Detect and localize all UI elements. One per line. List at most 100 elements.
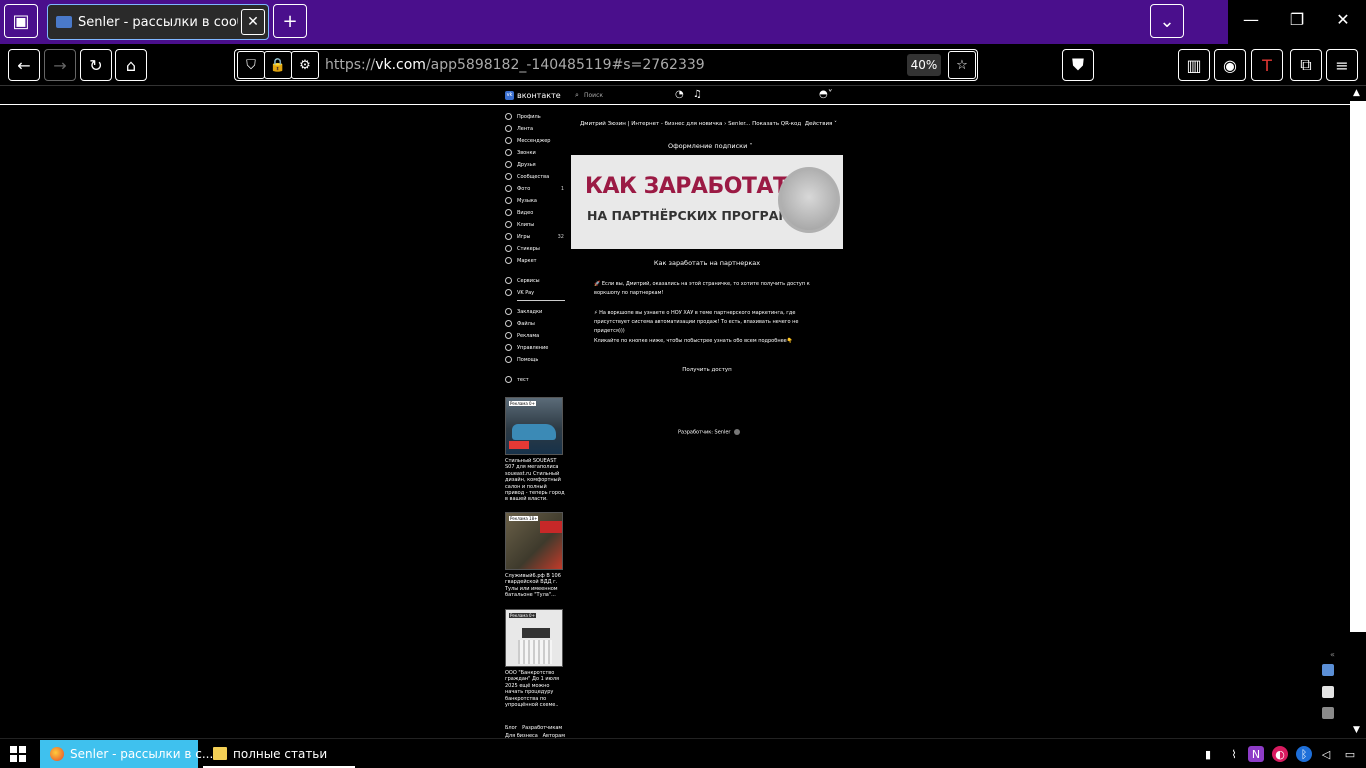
plus-icon: +	[282, 10, 298, 32]
sidebar-item[interactable]: Лента	[505, 123, 567, 135]
permissions-icon[interactable]: ⚙	[291, 51, 319, 79]
footer-link-blog[interactable]: Блог	[505, 725, 517, 731]
ad-text[interactable]: Стильный SOUEAST S07 для мегаполиса soue…	[505, 458, 565, 503]
url-text[interactable]: https://vk.com/app5898182_-140485119#s=2…	[325, 57, 705, 73]
notifications-icon[interactable]: ◔	[675, 89, 684, 100]
volume-icon[interactable]: ◁	[1318, 746, 1334, 762]
taskbar-app-label: Senler - рассылки в с...	[70, 747, 214, 761]
vk-brand[interactable]: вконтакте	[517, 91, 561, 100]
lock-icon[interactable]: 🔒	[264, 51, 292, 79]
sidebar-item[interactable]: Звонки	[505, 147, 567, 159]
tab-close-button[interactable]: ✕	[241, 9, 265, 35]
bookmark-star-icon[interactable]: ☆	[948, 51, 976, 79]
reload-button[interactable]: ↻	[80, 49, 112, 81]
sidebar-item[interactable]: Сервисы	[505, 275, 567, 287]
sidebar-item[interactable]: Профиль	[505, 111, 567, 123]
forward-button[interactable]: →	[44, 49, 76, 81]
bluetooth-icon[interactable]: ᛒ	[1296, 746, 1312, 762]
extension-t-icon: T	[1262, 55, 1272, 75]
sidebar-item[interactable]: Закладки	[505, 306, 567, 318]
extensions-button[interactable]: ⧉	[1290, 49, 1322, 81]
get-access-button[interactable]: Получить доступ	[672, 364, 742, 376]
menu-button[interactable]: ≡	[1326, 49, 1358, 81]
list-all-tabs-button[interactable]: ⌄	[1150, 4, 1184, 38]
new-tab-button[interactable]: +	[273, 4, 307, 38]
wifi-icon[interactable]: ⌇	[1226, 746, 1242, 762]
home-button[interactable]: ⌂	[115, 49, 147, 81]
photo-app-icon[interactable]	[1322, 707, 1334, 719]
sidebar-item[interactable]: Музыка	[505, 195, 567, 207]
taskbar-app-firefox[interactable]: Senler - рассылки в с...	[40, 740, 213, 768]
chevron-down-icon: ⌄	[1159, 10, 1175, 32]
sidebar-item[interactable]: Друзья	[505, 159, 567, 171]
browser-tab[interactable]: Senler - рассылки в сообщест ✕	[47, 4, 269, 40]
tray-bars-icon[interactable]: ▮	[1200, 746, 1216, 762]
sidebar-item[interactable]: тест	[505, 374, 567, 386]
music-icon[interactable]: ♫	[693, 89, 702, 100]
zoom-level-button[interactable]: 40%	[907, 54, 941, 76]
pocket-button[interactable]: ⛊	[1062, 49, 1094, 81]
scroll-up-arrow[interactable]: ▲	[1353, 88, 1360, 98]
avatar[interactable]: ◓˅	[819, 89, 833, 100]
hamburger-icon: ≡	[1335, 55, 1349, 75]
close-window-button[interactable]: ✕	[1328, 10, 1358, 29]
firefox-view-button[interactable]: ▣	[4, 4, 38, 38]
sidebar-item[interactable]: Мессенджер	[505, 135, 567, 147]
sidebar-item-label: Мессенджер	[517, 138, 551, 144]
sidebar-item[interactable]: Управление	[505, 342, 567, 354]
actions-dropdown[interactable]: Действия ˅	[805, 121, 837, 127]
collapse-icon[interactable]: «	[1330, 650, 1335, 659]
sidebar-item[interactable]: Клипы	[505, 219, 567, 231]
taskbar-app-folder[interactable]: полные статьи	[203, 740, 355, 768]
taskbar-app-label: полные статьи	[233, 747, 328, 761]
account-button[interactable]: ◉	[1214, 49, 1246, 81]
mail-app-icon[interactable]	[1322, 686, 1334, 698]
sidebar-item-icon	[505, 233, 512, 240]
ad-image-debt[interactable]: Реклама 0+	[505, 609, 563, 667]
ad-text[interactable]: ООО "Банкротство граждан" До 1 июля 2025…	[505, 670, 565, 708]
url-bar[interactable]: ⛉ 🔒 ⚙ https://vk.com/app5898182_-1404851…	[234, 49, 978, 81]
back-button[interactable]: ←	[8, 49, 40, 81]
info-icon[interactable]	[734, 429, 741, 435]
sidebar-item[interactable]: Маркет	[505, 255, 567, 267]
sidebar-item[interactable]: VK Pay	[505, 287, 567, 299]
ad-text[interactable]: Служивый6.рф В 106 гвардейской ВДД г. Ту…	[505, 573, 565, 599]
sidebar-item-label: Помощь	[517, 357, 539, 363]
vk-logo-icon[interactable]: vk	[505, 91, 514, 100]
developer-label[interactable]: Разработчик: Senler	[678, 430, 730, 436]
sidebar-item-label: Фото	[517, 186, 531, 192]
sidebar-item[interactable]: Игры 32	[505, 231, 567, 243]
sidebar-item[interactable]: Реклама	[505, 330, 567, 342]
page-scrollbar[interactable]: ▲ ▼	[1350, 87, 1366, 738]
notifications-center-icon[interactable]: ▭	[1342, 746, 1358, 762]
sidebar-item-icon	[505, 308, 512, 315]
show-qr-link[interactable]: Показать QR-код	[752, 121, 801, 127]
restore-button[interactable]: ❐	[1282, 10, 1312, 29]
ad-image-car[interactable]: Реклама 0+	[505, 397, 563, 455]
close-icon: ✕	[247, 14, 259, 30]
chevron-down-icon: ˅	[749, 142, 753, 150]
scroll-down-arrow[interactable]: ▼	[1353, 725, 1360, 735]
tray-app-n-icon[interactable]: N	[1248, 746, 1264, 762]
sidebar-button[interactable]: ▥	[1178, 49, 1210, 81]
sidebar-item-label: Сообщества	[517, 174, 550, 180]
footer-link-developers[interactable]: Разработчикам	[522, 725, 562, 731]
sidebar-item[interactable]: Фото 1	[505, 183, 567, 195]
extension-button[interactable]: T	[1251, 49, 1283, 81]
windows-start-icon[interactable]	[10, 746, 26, 762]
sidebar-item[interactable]: Сообщества	[505, 171, 567, 183]
sidebar-item[interactable]: Видео	[505, 207, 567, 219]
breadcrumb-path[interactable]: Дмитрий Зюзин | Интернет - бизнес для но…	[580, 121, 750, 127]
shield-icon[interactable]: ⛉	[237, 51, 265, 79]
scroll-thumb[interactable]	[1350, 101, 1366, 632]
sidebar-item[interactable]: Стикеры	[505, 243, 567, 255]
sidebar-item[interactable]: Файлы	[505, 318, 567, 330]
tray-app-red-icon[interactable]: ◐	[1272, 746, 1288, 762]
contact-icon[interactable]	[1322, 664, 1334, 676]
minimize-button[interactable]: —	[1236, 10, 1266, 29]
ad-image-soldier[interactable]: Реклама 18+	[505, 512, 563, 570]
subscription-dropdown[interactable]: Оформление подписки ˅	[668, 142, 753, 150]
vk-search-input[interactable]: Поиск	[584, 92, 603, 99]
sidebar-item[interactable]: Помощь	[505, 354, 567, 366]
sidebar-item-label: Реклама	[517, 333, 540, 339]
